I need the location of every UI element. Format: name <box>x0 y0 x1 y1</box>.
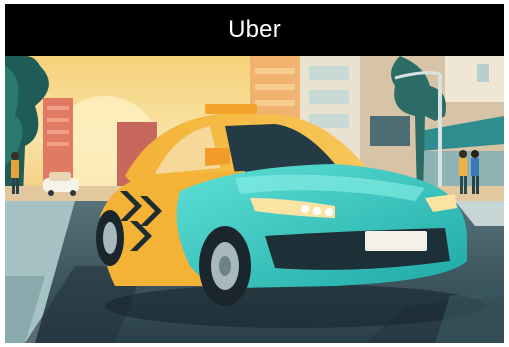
uber-logo: Uber <box>228 16 281 43</box>
street-lamp <box>438 74 442 204</box>
header-bar: Uber <box>5 4 504 56</box>
hero-illustration <box>5 56 504 343</box>
wheel-front <box>199 226 251 306</box>
pedestrian-left <box>11 152 19 194</box>
license-plate <box>365 231 427 251</box>
promo-card: Uber <box>5 4 504 343</box>
wheel-rear <box>96 210 124 266</box>
taxi-roof-sign <box>205 104 257 114</box>
taxi-scene-illustration <box>5 56 504 343</box>
